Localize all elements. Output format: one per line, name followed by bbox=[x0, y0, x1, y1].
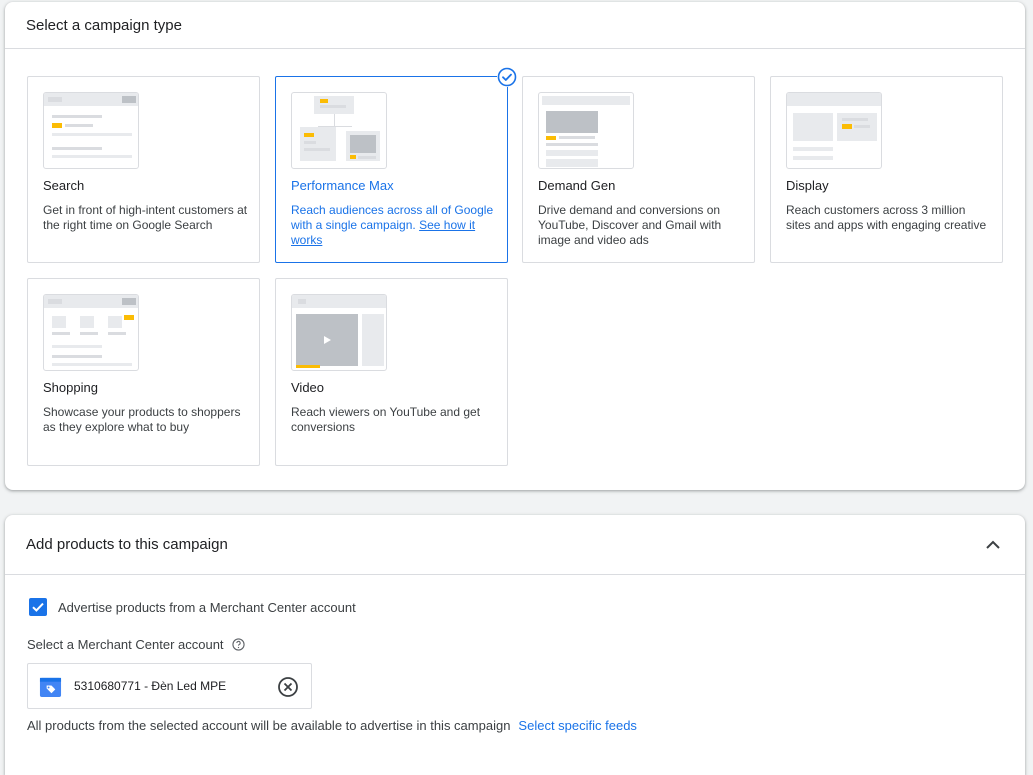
products-footer-text: All products from the selected account w… bbox=[27, 718, 511, 733]
card-description: Drive demand and conversions on YouTube,… bbox=[538, 203, 722, 247]
select-specific-feeds-link[interactable]: Select specific feeds bbox=[518, 718, 637, 733]
merchant-center-account-value: 5310680771 - Đèn Led MPE bbox=[74, 679, 227, 693]
card-shopping[interactable]: Shopping Showcase your products to shopp… bbox=[27, 278, 260, 466]
search-thumbnail bbox=[43, 92, 139, 169]
advertise-products-row: Advertise products from a Merchant Cente… bbox=[29, 598, 356, 616]
add-products-header: Add products to this campaign bbox=[5, 515, 1025, 575]
advertise-products-checkbox[interactable] bbox=[29, 598, 47, 616]
collapse-button[interactable] bbox=[983, 535, 1003, 555]
campaign-type-panel: Select a campaign type Search Get in fro… bbox=[5, 2, 1025, 490]
card-search[interactable]: Search Get in front of high-intent custo… bbox=[27, 76, 260, 263]
card-demand-gen[interactable]: Demand Gen Drive demand and conversions … bbox=[522, 76, 755, 263]
card-performance-max[interactable]: Performance Max Reach audiences across a… bbox=[275, 67, 517, 263]
display-thumbnail bbox=[786, 92, 882, 169]
merchant-center-label-row: Select a Merchant Center account bbox=[27, 637, 245, 652]
card-title: Video bbox=[291, 380, 325, 395]
card-title: Display bbox=[786, 178, 829, 193]
merchant-center-account-chip[interactable]: 5310680771 - Đèn Led MPE bbox=[27, 663, 312, 709]
products-footer: All products from the selected account w… bbox=[27, 718, 637, 733]
card-title: Shopping bbox=[43, 380, 98, 395]
card-description: Reach audiences across all of Google wit… bbox=[291, 203, 494, 247]
video-thumbnail bbox=[291, 294, 387, 371]
performance-max-thumbnail bbox=[291, 92, 387, 169]
check-circle-icon bbox=[497, 67, 517, 87]
clear-icon[interactable] bbox=[277, 676, 299, 698]
play-icon bbox=[324, 336, 331, 344]
card-description: Showcase your products to shoppers as th… bbox=[43, 405, 241, 434]
merchant-center-icon bbox=[39, 677, 62, 697]
add-products-panel: Add products to this campaign Advertise … bbox=[5, 515, 1025, 775]
help-icon[interactable] bbox=[231, 638, 245, 651]
card-description: Reach viewers on YouTube and get convers… bbox=[291, 405, 481, 434]
shopping-thumbnail bbox=[43, 294, 139, 371]
merchant-center-label: Select a Merchant Center account bbox=[27, 637, 224, 652]
card-title: Performance Max bbox=[291, 178, 394, 193]
demand-gen-thumbnail bbox=[538, 92, 634, 169]
add-products-title: Add products to this campaign bbox=[26, 536, 228, 553]
card-description: Reach customers across 3 million sites a… bbox=[786, 203, 987, 232]
chevron-up-icon bbox=[986, 540, 1000, 549]
checkmark-icon bbox=[32, 602, 44, 612]
card-video[interactable]: Video Reach viewers on YouTube and get c… bbox=[275, 278, 508, 466]
campaign-type-header: Select a campaign type bbox=[5, 2, 1025, 49]
card-display[interactable]: Display Reach customers across 3 million… bbox=[770, 76, 1003, 263]
card-description: Get in front of high-intent customers at… bbox=[43, 203, 248, 232]
advertise-products-label: Advertise products from a Merchant Cente… bbox=[58, 599, 356, 615]
card-title: Search bbox=[43, 178, 85, 193]
card-title: Demand Gen bbox=[538, 178, 616, 193]
